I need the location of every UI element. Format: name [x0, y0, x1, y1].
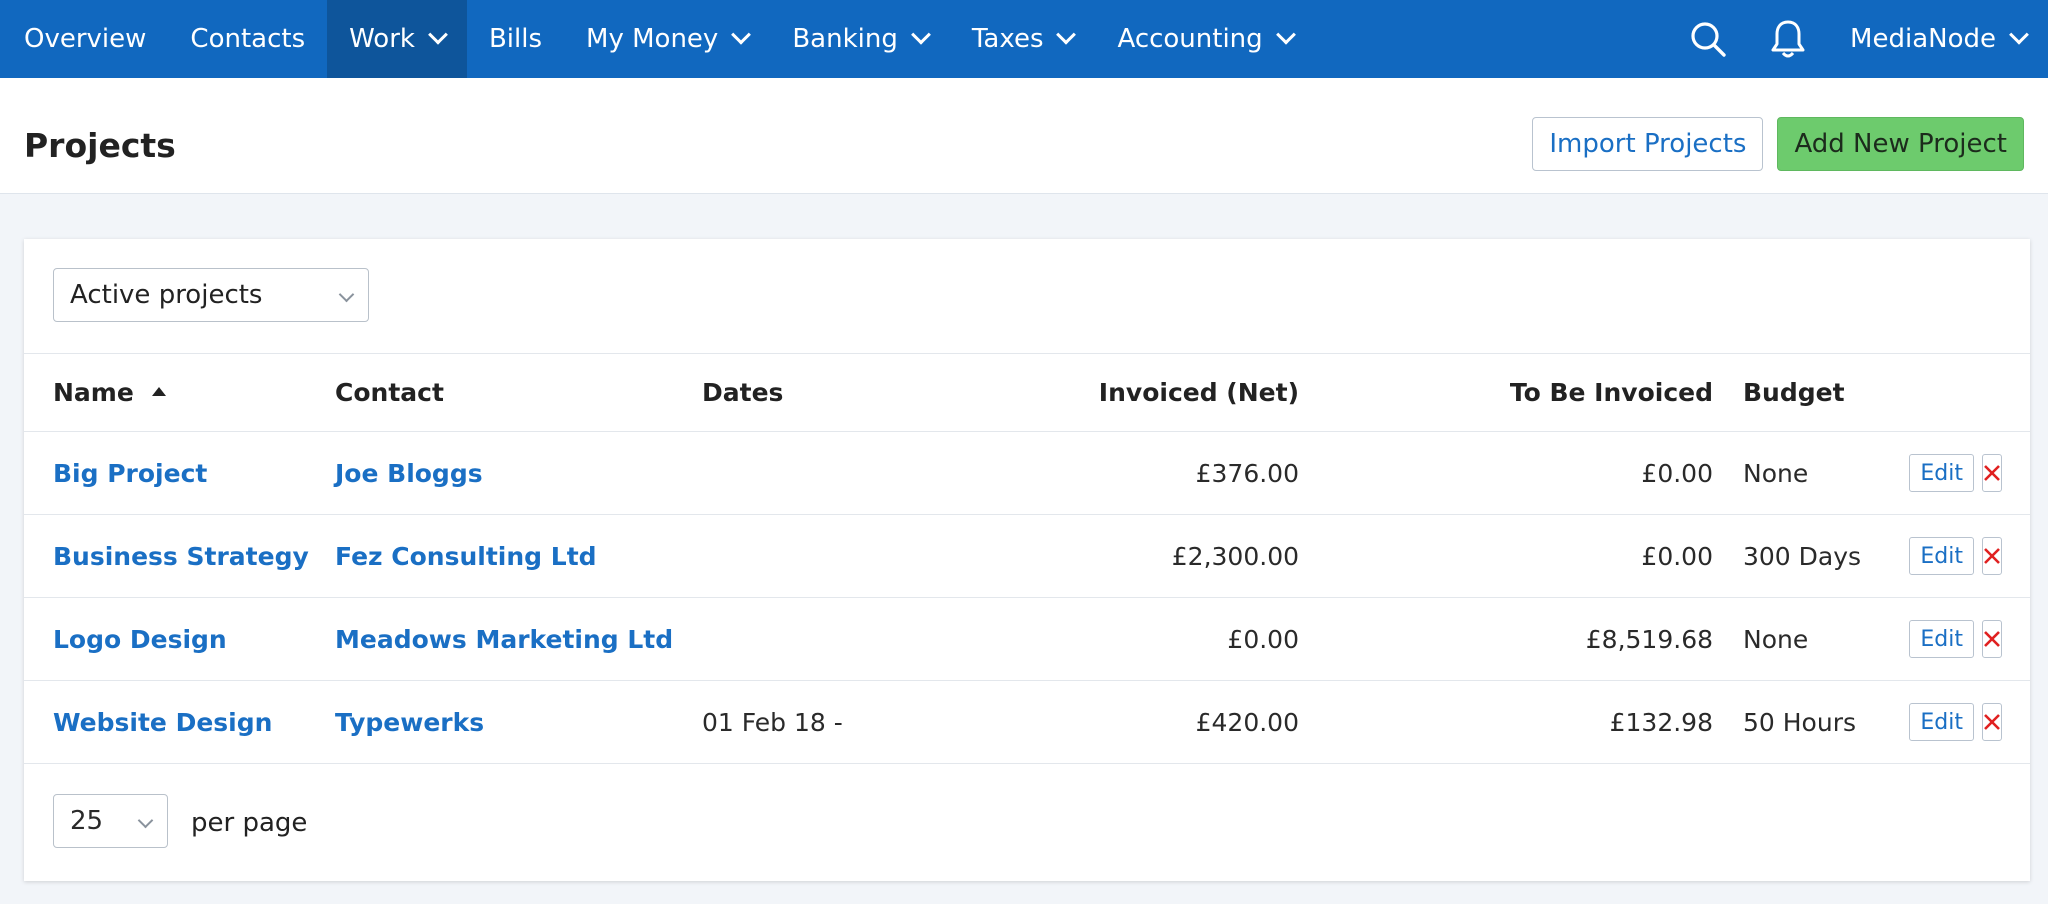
chevron-down-icon	[910, 24, 931, 45]
top-nav: Overview Contacts Work Bills My Money Ba…	[0, 0, 2048, 78]
nav-overview-label: Overview	[24, 24, 147, 54]
chevron-down-icon	[137, 812, 154, 829]
to-be-invoiced-amount: £132.98	[1299, 680, 1713, 764]
per-page-select[interactable]: 25	[53, 794, 168, 848]
edit-button[interactable]: Edit	[1909, 703, 1974, 741]
to-be-invoiced-amount: £0.00	[1299, 431, 1713, 515]
invoiced-amount: £420.00	[902, 680, 1299, 764]
column-header-contact[interactable]: Contact	[335, 354, 702, 432]
contact-link[interactable]: Fez Consulting Ltd	[335, 542, 597, 571]
per-page-value: 25	[70, 806, 104, 836]
project-dates	[702, 597, 902, 681]
import-projects-button[interactable]: Import Projects	[1532, 116, 1764, 171]
budget-value: None	[1713, 597, 1917, 681]
edit-button[interactable]: Edit	[1909, 454, 1974, 492]
bell-icon[interactable]	[1748, 0, 1828, 78]
budget-value: 50 Hours	[1713, 680, 1917, 764]
delete-button[interactable]	[1982, 620, 2002, 658]
project-dates	[702, 514, 902, 598]
project-name-link[interactable]: Big Project	[53, 459, 207, 488]
contact-link[interactable]: Joe Bloggs	[335, 459, 483, 488]
user-name: MediaNode	[1850, 24, 1996, 54]
nav-taxes[interactable]: Taxes	[950, 0, 1096, 78]
project-dates: 01 Feb 18 -	[702, 680, 902, 764]
per-page-label: per page	[191, 808, 308, 838]
chevron-down-icon	[428, 24, 448, 45]
project-status-select[interactable]: Active projects	[53, 268, 369, 322]
invoiced-amount: £0.00	[902, 597, 1299, 681]
close-icon	[1984, 465, 2000, 481]
nav-taxes-label: Taxes	[971, 24, 1044, 54]
sort-ascending-icon	[151, 386, 166, 396]
table-row: Business Strategy Fez Consulting Ltd £2,…	[24, 514, 2030, 598]
nav-my-money[interactable]: My Money	[564, 0, 770, 78]
projects-table: Name Contact Dates Invoiced (Net) To Be …	[24, 354, 2030, 764]
column-header-name[interactable]: Name	[24, 354, 335, 432]
table-row: Website Design Typewerks 01 Feb 18 - £42…	[24, 680, 2030, 764]
column-header-budget[interactable]: Budget	[1713, 354, 1917, 432]
row-actions: Edit	[1909, 454, 2030, 492]
nav-overview[interactable]: Overview	[0, 0, 168, 78]
nav-contacts-label: Contacts	[190, 24, 306, 54]
table-row: Big Project Joe Bloggs £376.00 £0.00 Non…	[24, 431, 2030, 515]
search-icon[interactable]	[1668, 0, 1748, 78]
chevron-down-icon	[2009, 24, 2029, 45]
nav-work-label: Work	[349, 24, 415, 54]
nav-work[interactable]: Work	[327, 0, 467, 78]
nav-accounting[interactable]: Accounting	[1095, 0, 1314, 78]
nav-bills[interactable]: Bills	[467, 0, 564, 78]
delete-button[interactable]	[1982, 703, 2002, 741]
row-actions: Edit	[1909, 620, 2030, 658]
to-be-invoiced-amount: £0.00	[1299, 514, 1713, 598]
chevron-down-icon	[338, 286, 355, 303]
contact-link[interactable]: Typewerks	[335, 708, 484, 737]
chevron-down-icon	[1056, 24, 1077, 45]
user-menu[interactable]: MediaNode	[1828, 24, 2048, 54]
page-header: Projects Import Projects Add New Project	[0, 78, 2048, 194]
add-new-project-button[interactable]: Add New Project	[1777, 116, 2024, 171]
edit-button[interactable]: Edit	[1909, 537, 1974, 575]
row-actions: Edit	[1909, 537, 2030, 575]
filter-row: Active projects	[24, 239, 2030, 354]
chevron-down-icon	[731, 24, 752, 45]
column-header-invoiced[interactable]: Invoiced (Net)	[902, 354, 1299, 432]
invoiced-amount: £2,300.00	[902, 514, 1299, 598]
row-actions: Edit	[1909, 703, 2030, 741]
nav-bills-label: Bills	[488, 24, 543, 54]
project-name-link[interactable]: Logo Design	[53, 625, 227, 654]
header-actions: Import Projects Add New Project	[1532, 116, 2024, 171]
pagination: 25 per page	[24, 764, 2030, 876]
contact-link[interactable]: Meadows Marketing Ltd	[335, 625, 673, 654]
table-row: Logo Design Meadows Marketing Ltd £0.00 …	[24, 597, 2030, 681]
close-icon	[1984, 631, 2000, 647]
project-name-link[interactable]: Business Strategy	[53, 542, 309, 571]
close-icon	[1984, 714, 2000, 730]
column-header-actions	[1917, 354, 2030, 432]
nav-accounting-label: Accounting	[1117, 24, 1263, 54]
project-name-link[interactable]: Website Design	[53, 708, 272, 737]
budget-value: 300 Days	[1713, 514, 1917, 598]
to-be-invoiced-amount: £8,519.68	[1299, 597, 1713, 681]
column-header-name-label: Name	[53, 378, 134, 407]
nav-my-money-label: My Money	[586, 24, 719, 54]
column-header-to-be-invoiced[interactable]: To Be Invoiced	[1299, 354, 1713, 432]
delete-button[interactable]	[1982, 537, 2002, 575]
project-dates	[702, 431, 902, 515]
invoiced-amount: £376.00	[902, 431, 1299, 515]
nav-right: MediaNode	[1668, 0, 2048, 78]
budget-value: None	[1713, 431, 1917, 515]
page-title: Projects	[24, 126, 176, 165]
table-header-row: Name Contact Dates Invoiced (Net) To Be …	[24, 354, 2030, 432]
nav-contacts[interactable]: Contacts	[168, 0, 327, 78]
project-status-value: Active projects	[70, 280, 263, 310]
close-icon	[1984, 548, 2000, 564]
delete-button[interactable]	[1982, 454, 2002, 492]
edit-button[interactable]: Edit	[1909, 620, 1974, 658]
column-header-dates[interactable]: Dates	[702, 354, 902, 432]
projects-card: Active projects Name Contact Dates Invoi…	[24, 239, 2030, 881]
nav-banking-label: Banking	[792, 24, 898, 54]
chevron-down-icon	[1275, 24, 1296, 45]
nav-banking[interactable]: Banking	[770, 0, 950, 78]
